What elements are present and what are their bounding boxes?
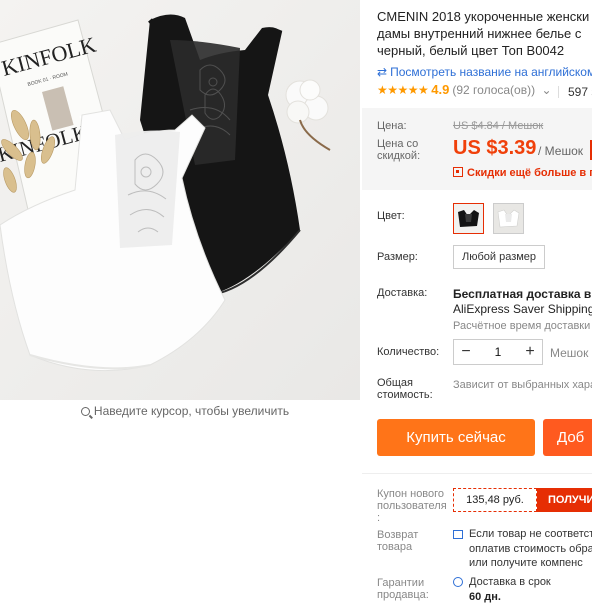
divider [558,86,559,98]
guarantee-delivery: Доставка в срок [469,576,551,588]
quantity-decrease-button[interactable]: − [454,340,478,364]
shipping-destination[interactable]: Бесплатная доставка в Ru [453,287,592,301]
coupon-label: Купон нового пользователя : [377,488,447,524]
quantity-unit: Мешок ( [550,346,592,360]
translate-link-text: Посмотреть название на английском [390,65,592,79]
promo-link[interactable]: Скидки ещё больше в пр [453,167,592,179]
color-swatch-black[interactable] [453,203,484,234]
size-label: Размер: [377,251,418,263]
returns-label: Возврат товара [377,529,419,553]
guarantee-label: Гарантии продавца: [377,577,429,601]
delivery-estimate: Расчётное время доставки [453,320,591,332]
get-coupon-button[interactable]: ПОЛУЧИ [537,488,592,512]
divider [362,473,592,474]
color-label: Цвет: [377,210,405,222]
translate-title-link[interactable]: ⇄ Посмотреть название на английском [377,65,592,79]
coupon-value: 135,48 руб. [453,488,537,512]
rating-votes: (92 голоса(ов)) [452,83,536,97]
product-photo: KINFOLK BOOK 01 · ROOM KINFOLK [0,0,360,400]
price-box: Цена: US $4.84 / Мешок Цена со скидкой: … [362,108,592,190]
guarantee-days: 60 дн. [469,591,501,603]
product-title-line: CMENIN 2018 укороченные женски [377,9,590,24]
size-option[interactable]: Любой размер [453,245,546,269]
add-to-cart-button[interactable]: Доб [543,419,592,456]
color-swatch-white[interactable] [493,203,524,234]
quantity-input[interactable]: 1 [478,340,518,364]
product-title-line: черный, белый цвет Топ B0042 [377,43,565,58]
quantity-stepper: − 1 + [453,339,543,365]
product-title: CMENIN 2018 укороченные женски дамы внут… [377,8,592,59]
qr-code-icon [453,167,463,177]
chevron-down-icon: ⌄ [538,83,552,97]
total-label: Общая стоимость: [377,377,433,401]
rating-summary[interactable]: ★★★★★ 4.9 (92 голоса(ов)) ⌄ [377,82,552,97]
product-image[interactable]: KINFOLK BOOK 01 · ROOM KINFOLK [0,0,360,400]
price-unit: / Мешок [538,144,584,158]
shipping-label: Доставка: [377,287,428,299]
zoom-hint: Наведите курсор, чтобы увеличить [0,404,370,418]
price-label: Цена: [377,120,407,132]
quantity-label: Количество: [377,346,440,358]
white-bra-thumbnail [494,204,523,233]
translate-icon: ⇄ [377,65,388,79]
quantity-increase-button[interactable]: + [518,340,542,364]
black-bra-thumbnail [454,204,483,233]
total-value: Зависит от выбранных хара [453,379,592,391]
old-price: US $4.84 / Мешок [453,120,544,132]
current-price: US $3.39 [453,137,537,159]
buy-now-button[interactable]: Купить сейчас [377,419,535,456]
star-rating-icon: ★★★★★ [377,83,429,97]
returns-text-line: Если товар не соответст [469,528,592,540]
zoom-hint-text: Наведите курсор, чтобы увеличить [93,404,290,418]
discount-price-label: Цена со скидкой: [377,138,421,162]
product-title-line: дамы внутренний нижнее белье с [377,26,582,41]
return-box-icon [453,530,463,539]
product-details: CMENIN 2018 укороченные женски дамы внут… [362,0,592,604]
rating-value: 4.9 [431,82,450,97]
orders-count: 597 з [568,85,592,99]
magnifier-icon [80,407,90,416]
returns-text-line: или получите компенс [469,557,583,569]
returns-text-line: оплатив стоимость обра [469,543,592,555]
promo-text: Скидки ещё больше в пр [467,167,592,179]
clock-icon [453,577,463,587]
shipping-method: AliExpress Saver Shipping ( [453,302,592,316]
